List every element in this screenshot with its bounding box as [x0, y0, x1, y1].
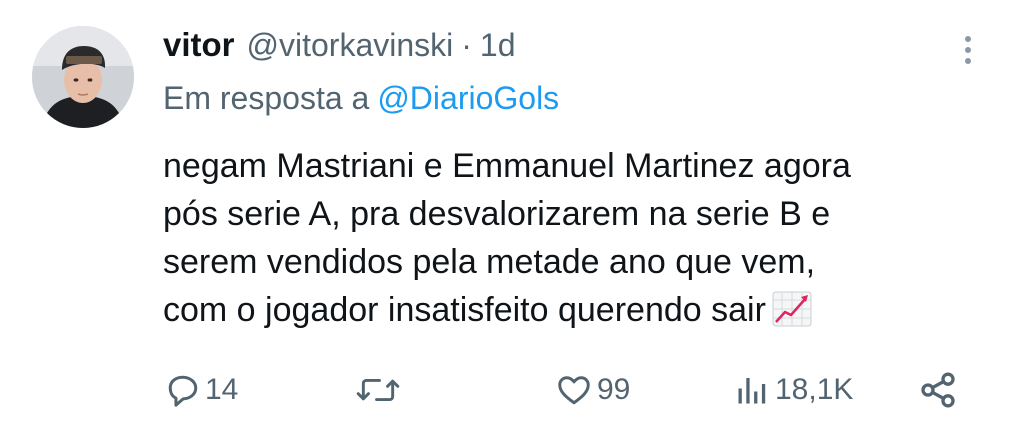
- action-bar: 14 99 18,1K: [0, 362, 1024, 418]
- share-button[interactable]: [918, 368, 958, 412]
- tweet-header: vitor @vitorkavinski · 1d: [163, 26, 516, 70]
- tweet-text-line: com o jogador insatisfeito querendo sair: [163, 286, 963, 334]
- retweet-icon: [356, 379, 400, 401]
- chart-increasing-icon: [772, 291, 812, 327]
- reply-prefix: Em resposta a: [163, 80, 370, 116]
- avatar-image: [32, 26, 134, 128]
- tweet-text-line-content: com o jogador insatisfeito querendo sair: [163, 291, 766, 329]
- views-count: 18,1K: [775, 373, 854, 406]
- views-chart-icon: [738, 378, 766, 404]
- tweet: vitor @vitorkavinski · 1d Em resposta a @…: [0, 0, 1024, 441]
- reply-button[interactable]: 14: [165, 368, 238, 412]
- user-handle[interactable]: @vitorkavinski: [247, 27, 454, 64]
- reply-icon: [168, 375, 198, 407]
- reply-count: 14: [205, 373, 239, 406]
- display-name[interactable]: vitor: [163, 26, 235, 64]
- tweet-text-line: negam Mastriani e Emmanuel Martinez agor…: [163, 147, 851, 185]
- tweet-text-line: pós serie A, pra desvalorizarem na serie…: [163, 195, 831, 233]
- retweet-button[interactable]: [356, 368, 404, 412]
- like-count: 99: [597, 373, 631, 406]
- tweet-text: negam Mastriani e Emmanuel Martinez agor…: [163, 142, 963, 334]
- reply-context: Em resposta a @DiarioGols: [163, 80, 559, 117]
- separator-dot: ·: [461, 27, 472, 63]
- timestamp[interactable]: 1d: [480, 27, 516, 64]
- more-options-button[interactable]: [956, 28, 980, 72]
- share-icon: [921, 372, 955, 408]
- tweet-text-line: serem vendidos pela metade ano que vem,: [163, 243, 816, 281]
- avatar[interactable]: [32, 26, 134, 128]
- reply-mention-link[interactable]: @DiarioGols: [377, 80, 559, 116]
- more-vertical-icon: [965, 36, 971, 64]
- heart-icon: [558, 376, 590, 405]
- views-button[interactable]: 18,1K: [733, 368, 853, 412]
- like-button[interactable]: 99: [555, 368, 630, 412]
